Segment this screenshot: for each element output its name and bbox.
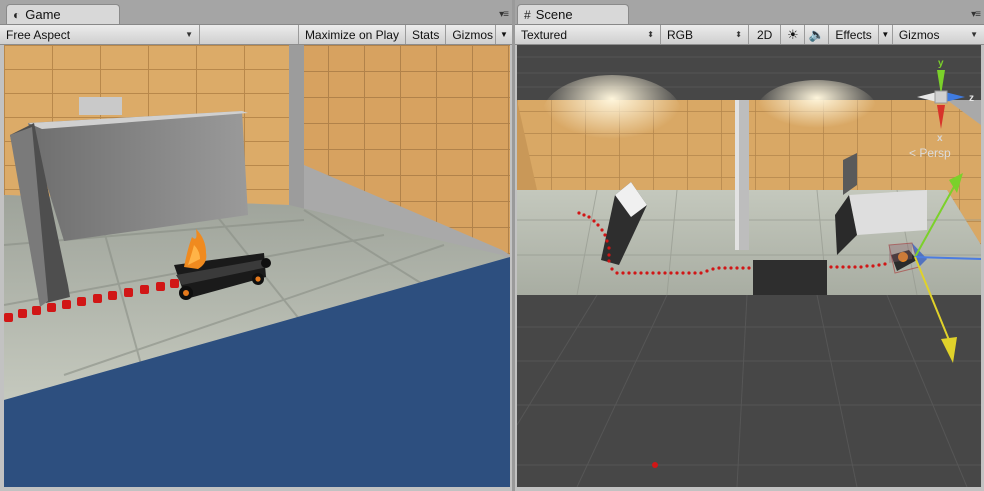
persp-label: < Persp xyxy=(909,146,951,160)
scene-toolbar: Textured ⬍ RGB ⬍ 2D ☀ 🔈 Effects ▼ Gizmos… xyxy=(515,25,984,45)
render-mode-dropdown[interactable]: RGB ⬍ xyxy=(661,25,749,44)
tab-scene-label: Scene xyxy=(535,7,573,22)
chevron-down-icon: ▼ xyxy=(970,30,978,39)
tab-game[interactable]: ◐ Game xyxy=(6,4,120,24)
aspect-dropdown[interactable]: Free Aspect ▼ xyxy=(0,25,200,44)
maximize-on-play-label: Maximize on Play xyxy=(304,27,399,42)
game-gizmos-button[interactable]: Gizmos xyxy=(446,25,496,44)
shading-mode-label: Textured xyxy=(521,27,568,42)
scene-block-center xyxy=(753,260,827,295)
tab-menu-icon[interactable]: ▾≡ xyxy=(971,9,981,20)
sun-icon: ☀ xyxy=(787,26,799,42)
scene-gizmos-label: Gizmos xyxy=(898,27,940,42)
2d-toggle-button[interactable]: 2D xyxy=(749,25,782,44)
aspect-dropdown-label: Free Aspect xyxy=(6,27,71,42)
game-tabstrip: ◐ Game ▾≡ xyxy=(0,0,512,25)
unity-logo-icon: ◐ xyxy=(13,7,21,22)
shading-mode-dropdown[interactable]: Textured ⬍ xyxy=(515,25,661,44)
scene-render: y z x < Persp xyxy=(517,45,981,487)
maximize-on-play-button[interactable]: Maximize on Play xyxy=(299,25,406,44)
stats-label: Stats xyxy=(411,27,440,42)
tab-menu-icon[interactable]: ▾≡ xyxy=(499,9,509,20)
axis-z-label: z xyxy=(969,93,974,104)
axis-x-label: x xyxy=(937,133,943,144)
chevron-down-icon: ▼ xyxy=(185,30,193,39)
speaker-icon: 🔈 xyxy=(808,26,825,42)
scene-view[interactable]: y z x < Persp xyxy=(517,45,981,487)
toolbar-spacer xyxy=(200,25,299,44)
render-mode-label: RGB xyxy=(667,27,694,42)
tab-game-label: Game xyxy=(25,7,61,22)
game-panel: ◐ Game ▾≡ Free Aspect ▼ Maximize on Play… xyxy=(0,0,512,491)
stats-button[interactable]: Stats xyxy=(406,25,447,44)
effects-label: Effects xyxy=(835,27,872,42)
game-gizmos-label: Gizmos xyxy=(452,27,493,42)
lighting-toggle[interactable]: ☀ xyxy=(781,25,806,44)
game-render xyxy=(4,45,510,487)
effects-dropdown[interactable]: ▼ xyxy=(879,25,893,44)
chevron-updown-icon: ⬍ xyxy=(647,30,654,39)
scene-tabstrip: # Scene ▾≡ xyxy=(515,0,984,25)
chevron-down-icon: ▼ xyxy=(881,30,890,39)
scene-panel: # Scene ▾≡ Textured ⬍ RGB ⬍ 2D ☀ 🔈 Effec… xyxy=(515,0,984,491)
effects-button[interactable]: Effects xyxy=(829,25,879,44)
chevron-down-icon: ▼ xyxy=(500,30,508,39)
scene-gizmos-button[interactable]: Gizmos ▼ xyxy=(893,25,984,44)
2d-toggle-label: 2D xyxy=(757,27,773,42)
axis-y-label: y xyxy=(938,58,944,69)
tab-scene[interactable]: # Scene xyxy=(517,4,629,24)
grid-icon: # xyxy=(524,7,531,22)
game-toolbar: Free Aspect ▼ Maximize on Play Stats Giz… xyxy=(0,25,512,45)
game-view[interactable] xyxy=(4,45,510,487)
chevron-updown-icon: ⬍ xyxy=(735,30,742,39)
audio-toggle[interactable]: 🔈 xyxy=(805,25,830,44)
game-gizmos-dropdown[interactable]: ▼ xyxy=(496,25,512,44)
